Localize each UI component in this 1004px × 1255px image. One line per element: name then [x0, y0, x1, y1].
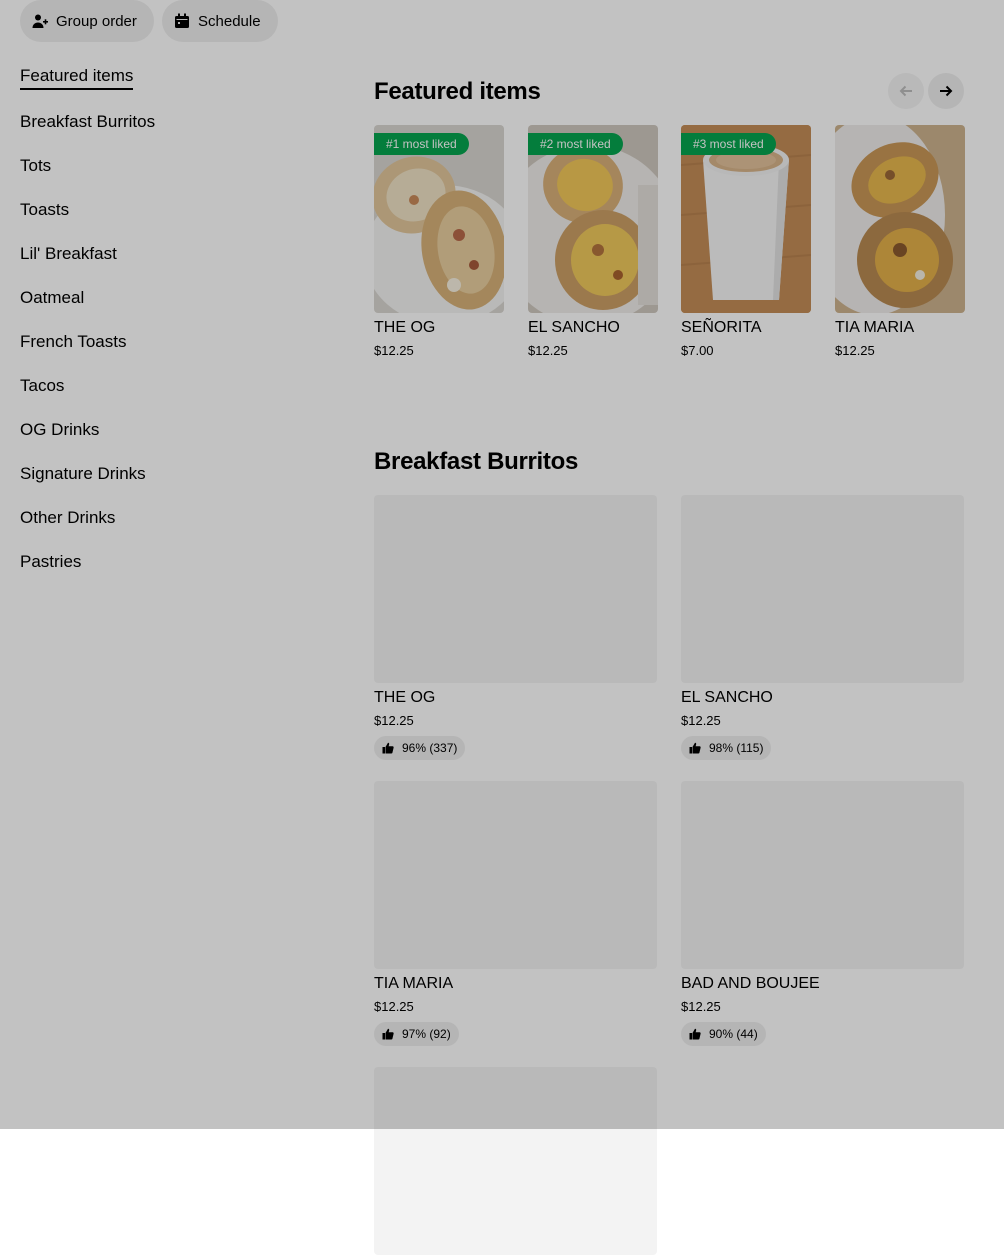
schedule-label: Schedule	[198, 12, 261, 30]
item-name: EL SANCHO	[528, 319, 620, 336]
most-liked-badge: #1 most liked	[374, 133, 469, 155]
schedule-button[interactable]: Schedule	[162, 0, 278, 42]
rating-badge: 90% (44)	[681, 1022, 766, 1046]
rating-text: 90% (44)	[709, 1027, 758, 1041]
carousel-prev-button[interactable]	[888, 73, 924, 109]
arrow-left-icon	[899, 85, 912, 97]
rating-badge: 96% (337)	[374, 736, 466, 760]
item-price: $7.00	[681, 343, 714, 358]
sidebar-item-signature-drinks[interactable]: Signature Drinks	[20, 464, 146, 484]
item-image-placeholder	[374, 781, 657, 969]
sidebar-item-lil-breakfast[interactable]: Lil' Breakfast	[20, 244, 117, 264]
calendar-icon	[175, 13, 189, 28]
thumbs-up-icon	[689, 1028, 701, 1040]
thumbs-up-icon	[689, 742, 701, 754]
group-order-label: Group order	[56, 12, 137, 30]
featured-card[interactable]: #1 most liked THE OG $12.25	[374, 125, 504, 358]
featured-items-heading: Featured items	[374, 78, 541, 105]
most-liked-badge: #2 most liked	[528, 133, 623, 155]
menu-item-card[interactable]: TIA MARIA $12.25 97% (92)	[374, 781, 657, 1046]
item-price: $12.25	[374, 713, 414, 728]
thumbs-up-icon	[382, 1028, 394, 1040]
add-person-icon	[32, 14, 48, 28]
burrito-photo	[835, 125, 965, 313]
coffee-cup-photo: #3 most liked	[681, 125, 811, 313]
item-image-placeholder	[374, 1067, 657, 1255]
sidebar-item-og-drinks[interactable]: OG Drinks	[20, 420, 99, 440]
menu-item-card[interactable]: EL SANCHO $12.25 98% (115)	[681, 495, 964, 760]
item-price: $12.25	[835, 343, 875, 358]
featured-card[interactable]: TIA MARIA $12.25	[835, 125, 965, 358]
menu-item-card[interactable]	[374, 1067, 657, 1255]
breakfast-burritos-heading: Breakfast Burritos	[374, 448, 579, 475]
rating-badge: 97% (92)	[374, 1022, 459, 1046]
rating-text: 96% (337)	[402, 741, 458, 755]
sidebar-item-other-drinks[interactable]: Other Drinks	[20, 508, 115, 528]
item-image-placeholder	[681, 495, 964, 683]
item-name: THE OG	[374, 689, 436, 706]
carousel-next-button[interactable]	[928, 73, 964, 109]
sidebar-item-toasts[interactable]: Toasts	[20, 200, 69, 220]
sidebar-item-tacos[interactable]: Tacos	[20, 376, 64, 396]
item-name: TIA MARIA	[835, 319, 915, 336]
item-name: TIA MARIA	[374, 975, 454, 992]
featured-card[interactable]: #2 most liked EL SANCHO $12.25	[528, 125, 658, 358]
item-price: $12.25	[374, 999, 414, 1014]
featured-card[interactable]: #3 most liked SEÑORITA $7.00	[681, 125, 811, 358]
menu-item-card[interactable]: BAD AND BOUJEE $12.25 90% (44)	[681, 781, 964, 1046]
sidebar-item-breakfast-burritos[interactable]: Breakfast Burritos	[20, 112, 155, 132]
group-order-button[interactable]: Group order	[20, 0, 154, 42]
most-liked-badge: #3 most liked	[681, 133, 776, 155]
arrow-right-icon	[940, 85, 953, 97]
burrito-photo: #2 most liked	[528, 125, 658, 313]
item-image-placeholder	[374, 495, 657, 683]
item-price: $12.25	[681, 713, 721, 728]
sidebar-item-tots[interactable]: Tots	[20, 156, 51, 176]
thumbs-up-icon	[382, 742, 394, 754]
rating-text: 97% (92)	[402, 1027, 451, 1041]
sidebar-item-french-toasts[interactable]: French Toasts	[20, 332, 126, 352]
item-price: $12.25	[528, 343, 568, 358]
item-name: EL SANCHO	[681, 689, 773, 706]
sidebar-item-oatmeal[interactable]: Oatmeal	[20, 288, 84, 308]
item-price: $12.25	[681, 999, 721, 1014]
item-name: THE OG	[374, 319, 436, 336]
item-image-placeholder	[681, 781, 964, 969]
burrito-photo: #1 most liked	[374, 125, 504, 313]
item-price: $12.25	[374, 343, 414, 358]
sidebar-item-featured-items[interactable]: Featured items	[20, 66, 134, 90]
sidebar-item-pastries[interactable]: Pastries	[20, 552, 81, 572]
rating-badge: 98% (115)	[681, 736, 772, 760]
item-name: BAD AND BOUJEE	[681, 975, 820, 992]
item-name: SEÑORITA	[681, 319, 762, 336]
rating-text: 98% (115)	[709, 741, 764, 755]
menu-item-card[interactable]: THE OG $12.25 96% (337)	[374, 495, 657, 760]
